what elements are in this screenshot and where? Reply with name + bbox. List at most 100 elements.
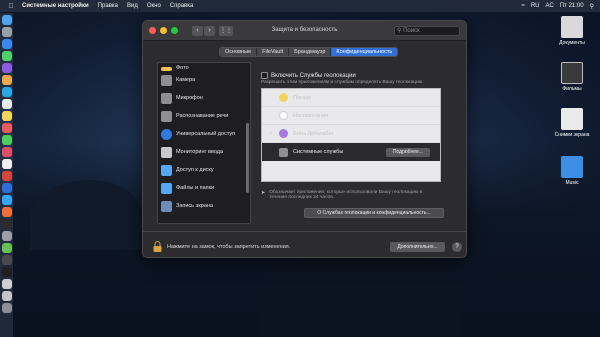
app-icon[interactable] <box>1 63 12 73</box>
system-preferences-icon[interactable] <box>1 231 12 241</box>
bot-app-icon <box>279 129 288 138</box>
safari-icon[interactable] <box>1 39 12 49</box>
document-icon <box>561 16 583 38</box>
zoom-button[interactable] <box>171 27 178 34</box>
desktop-item-screenshots[interactable]: Снимки экрана <box>547 108 597 138</box>
app-row[interactable]: Погода <box>262 89 440 107</box>
input-language[interactable]: RU <box>531 3 540 9</box>
finder-icon[interactable] <box>1 15 12 25</box>
indicator-text: Обозначает приложения, которые использов… <box>269 190 423 200</box>
about-location-button[interactable]: О Службах геолокации и конфиденциальност… <box>304 208 444 218</box>
details-button[interactable]: Подробнее... <box>385 147 430 157</box>
screenshot-thumbnail-icon <box>561 108 583 130</box>
app-checkbox[interactable]: ✓ <box>268 130 274 137</box>
close-button[interactable] <box>149 27 156 34</box>
app-icon[interactable] <box>1 219 12 229</box>
menu-window[interactable]: Окно <box>147 3 161 9</box>
app-icon[interactable] <box>1 159 12 169</box>
app-icon[interactable] <box>1 255 12 265</box>
terminal-icon[interactable] <box>1 267 12 277</box>
photoshop-icon[interactable] <box>1 195 12 205</box>
app-row[interactable]: Системные службы Подробнее... <box>262 143 440 161</box>
location-apps-list[interactable]: Погода Напоминания ✓ Боты Дельтабот Сист… <box>261 88 441 182</box>
calendar-icon[interactable] <box>1 99 12 109</box>
list-item[interactable]: Распознавание речи <box>158 107 250 125</box>
menu-app-name[interactable]: Системные настройки <box>22 3 89 9</box>
lock-icon[interactable] <box>153 241 162 252</box>
notes-icon[interactable] <box>1 111 12 121</box>
menu-help[interactable]: Справка <box>170 3 194 9</box>
enable-location-label: Включить Службы геолокации <box>271 72 356 79</box>
enable-location-checkbox[interactable] <box>261 72 268 79</box>
app-icon[interactable] <box>1 207 12 217</box>
app-store-icon[interactable] <box>1 183 12 193</box>
spotlight-icon[interactable]: ⚲ <box>590 3 594 10</box>
wallpaper-island <box>30 180 140 250</box>
advanced-button[interactable]: Дополнительно... <box>390 242 445 252</box>
downloads-icon[interactable] <box>1 291 12 301</box>
clock[interactable]: Пт 21:00 <box>560 3 584 9</box>
privacy-category-list[interactable]: Фото Камера Микрофон Распознавание речи … <box>157 62 251 224</box>
search-input[interactable]: ⚲ Поиск <box>394 26 460 36</box>
app-icon[interactable] <box>1 279 12 289</box>
camera-icon <box>161 74 172 86</box>
system-services-icon <box>279 147 288 157</box>
folder-icon <box>561 156 583 178</box>
list-item[interactable]: Камера <box>158 71 250 89</box>
list-scrollbar[interactable] <box>246 123 249 193</box>
app-icon[interactable] <box>1 75 12 85</box>
title-bar[interactable]: ‹ › ⋮⋮ Защита и безопасность ⚲ Поиск <box>143 21 466 41</box>
desktop-item-movies[interactable]: Фильмы <box>547 62 597 92</box>
minimize-button[interactable] <box>160 27 167 34</box>
show-all-grid-icon[interactable]: ⋮⋮ <box>219 25 233 36</box>
app-row[interactable]: ✓ Боты Дельтабот <box>262 125 440 143</box>
back-button[interactable]: ‹ <box>192 25 203 36</box>
menu-view[interactable]: Вид <box>127 3 138 9</box>
wifi-icon[interactable]: ≈ <box>522 3 525 9</box>
list-item-label: Фото <box>176 65 189 71</box>
help-icon[interactable]: ? <box>452 242 462 252</box>
desktop-item-music[interactable]: Music <box>547 156 597 186</box>
tab-privacy[interactable]: Конфиденциальность <box>331 48 398 56</box>
list-item[interactable]: Доступ к диску <box>158 161 250 179</box>
bottom-bar: Нажмите на замок, чтобы запретить измене… <box>143 231 466 257</box>
list-item-label: Камера <box>176 77 196 83</box>
weather-icon <box>279 93 288 102</box>
app-icon[interactable] <box>1 243 12 253</box>
reminders-icon <box>279 111 288 120</box>
telegram-icon[interactable] <box>1 87 12 97</box>
folder-icon <box>161 164 172 176</box>
list-item[interactable]: Микрофон <box>158 89 250 107</box>
list-item[interactable]: Файлы и папки <box>158 179 250 197</box>
app-icon[interactable] <box>1 123 12 133</box>
launchpad-icon[interactable] <box>1 27 12 37</box>
menu-edit[interactable]: Правка <box>98 3 118 9</box>
app-label: Системные службы <box>293 149 344 155</box>
enable-location-services[interactable]: Включить Службы геолокации <box>261 72 356 79</box>
list-item[interactable]: Мониторинг ввода <box>158 143 250 161</box>
app-label: Погода <box>293 94 312 101</box>
list-item[interactable]: Запись экрана <box>158 197 250 215</box>
user-menu[interactable]: AC <box>546 3 554 9</box>
music-icon[interactable] <box>1 147 12 157</box>
list-item-label: Микрофон <box>176 95 203 101</box>
trash-icon[interactable] <box>1 303 12 313</box>
forward-button[interactable]: › <box>204 25 215 36</box>
app-icon[interactable] <box>1 171 12 181</box>
list-item[interactable]: Универсальный доступ <box>158 125 250 143</box>
tab-general[interactable]: Основные <box>220 48 258 56</box>
desktop-item-label: Music <box>565 180 579 186</box>
list-item-label: Мониторинг ввода <box>176 149 224 155</box>
messages-icon[interactable] <box>1 51 12 61</box>
apple-menu-icon[interactable]:  <box>6 3 16 10</box>
list-item[interactable]: Фото <box>158 63 250 71</box>
app-icon[interactable] <box>1 135 12 145</box>
accessibility-icon <box>161 128 172 140</box>
app-row[interactable]: Напоминания <box>262 107 440 125</box>
desktop-item-documents[interactable]: Документы <box>547 16 597 46</box>
keyboard-icon <box>161 146 172 158</box>
app-label: Напоминания <box>293 112 329 119</box>
tab-filevault[interactable]: FileVault <box>257 48 290 56</box>
app-label: Боты Дельтабот <box>293 130 334 137</box>
tab-firewall[interactable]: Брандмауэр <box>289 48 332 56</box>
